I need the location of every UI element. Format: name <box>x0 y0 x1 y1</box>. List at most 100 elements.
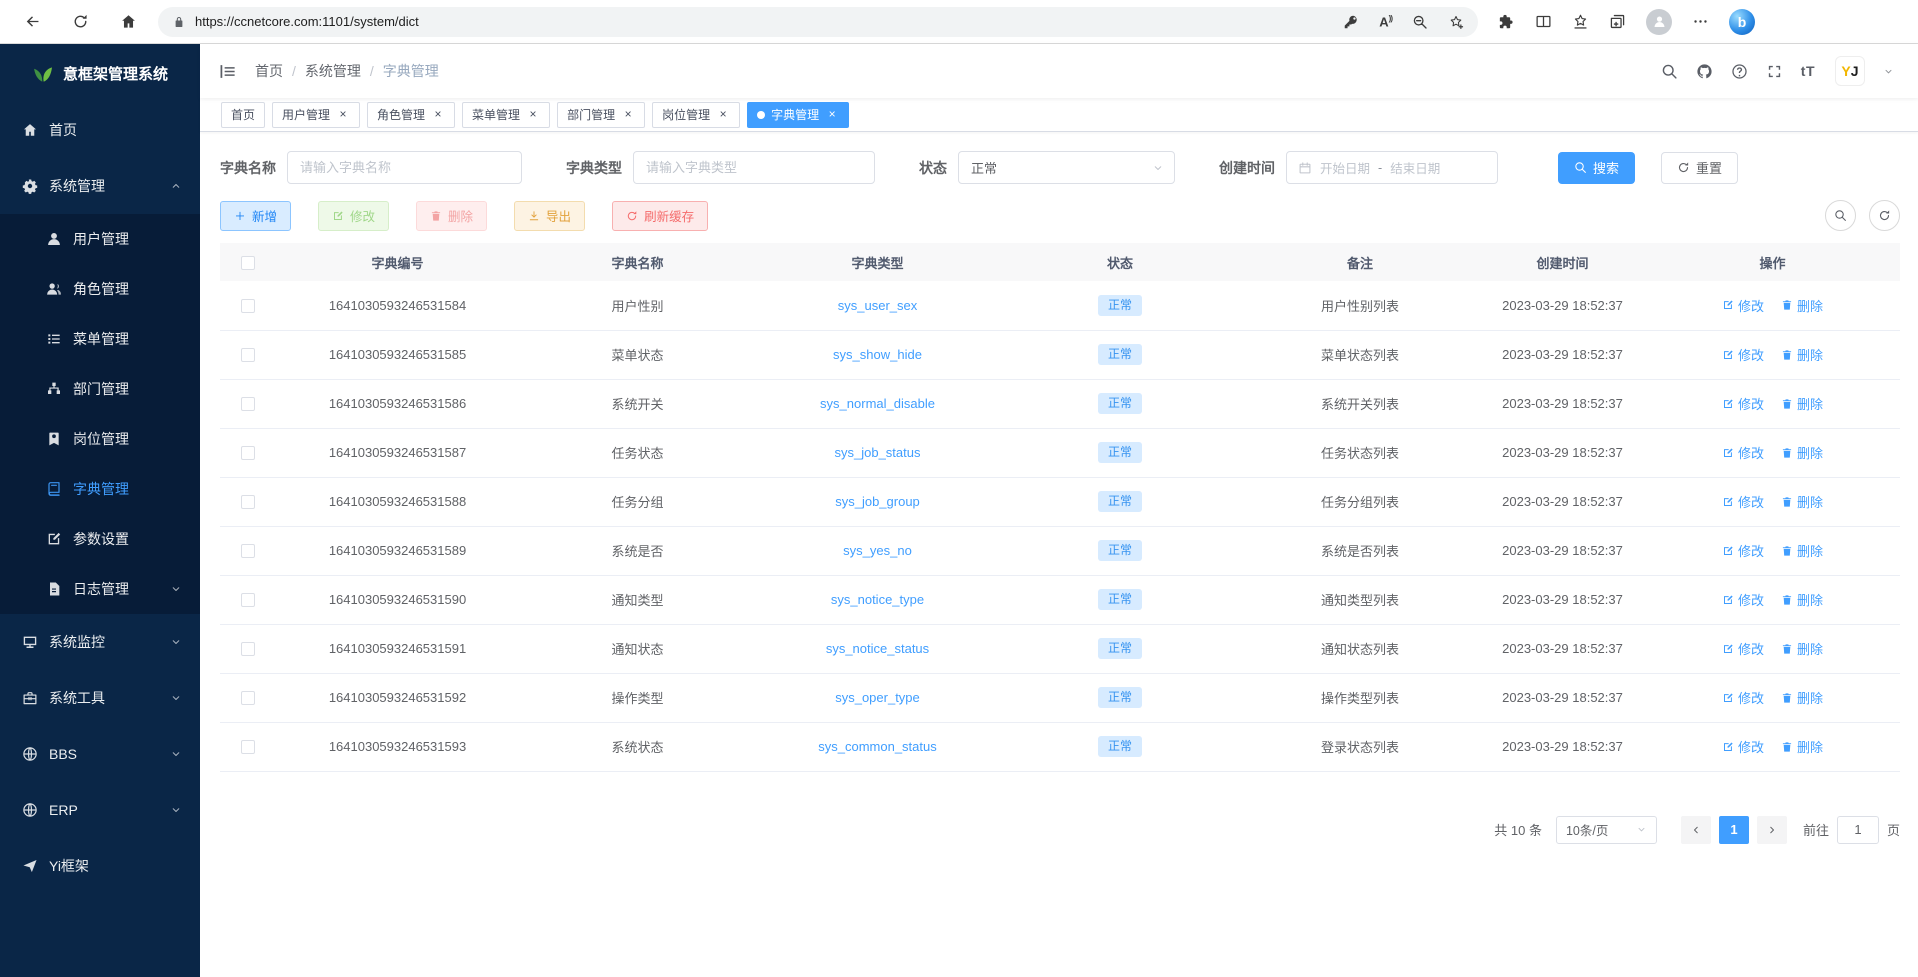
delete-row-button[interactable]: 删除 <box>1781 590 1823 609</box>
row-checkbox[interactable] <box>241 544 255 558</box>
copilot-bing-icon[interactable]: b <box>1729 9 1755 35</box>
user-avatar-logo[interactable]: YJ <box>1835 56 1865 86</box>
edit-row-button[interactable]: 修改 <box>1722 345 1764 364</box>
close-tab-icon[interactable]: × <box>825 108 839 122</box>
browser-home-button[interactable] <box>110 4 146 40</box>
refresh-cache-button[interactable]: 刷新缓存 <box>612 201 708 231</box>
browser-refresh-button[interactable] <box>62 4 98 40</box>
browser-profile-avatar[interactable] <box>1646 9 1672 35</box>
dict-type-link[interactable]: sys_normal_disable <box>820 396 935 411</box>
row-checkbox[interactable] <box>241 446 255 460</box>
close-tab-icon[interactable]: × <box>621 108 635 122</box>
reset-button[interactable]: 重置 <box>1661 152 1738 184</box>
edit-row-button[interactable]: 修改 <box>1722 492 1764 511</box>
edit-row-button[interactable]: 修改 <box>1722 590 1764 609</box>
help-icon[interactable] <box>1731 63 1748 80</box>
row-checkbox[interactable] <box>241 495 255 509</box>
row-checkbox[interactable] <box>241 691 255 705</box>
delete-row-button[interactable]: 删除 <box>1781 737 1823 756</box>
delete-row-button[interactable]: 删除 <box>1781 296 1823 315</box>
tab-dict-management[interactable]: 字典管理× <box>747 102 849 128</box>
sidebar-item-role-management[interactable]: 角色管理 <box>0 264 200 314</box>
sidebar-item-log-management[interactable]: 日志管理 <box>0 564 200 614</box>
close-tab-icon[interactable]: × <box>716 108 730 122</box>
dict-type-link[interactable]: sys_yes_no <box>843 543 912 558</box>
row-checkbox[interactable] <box>241 593 255 607</box>
dict-type-link[interactable]: sys_job_status <box>835 445 921 460</box>
delete-row-button[interactable]: 删除 <box>1781 688 1823 707</box>
tab-menu-management[interactable]: 菜单管理× <box>462 102 550 128</box>
sidebar-item-menu-management[interactable]: 菜单管理 <box>0 314 200 364</box>
page-number-1[interactable]: 1 <box>1719 816 1749 844</box>
collections-icon[interactable] <box>1609 13 1626 30</box>
tab-role-management[interactable]: 角色管理× <box>367 102 455 128</box>
edit-row-button[interactable]: 修改 <box>1722 394 1764 413</box>
date-range-picker[interactable]: 开始日期 - 结束日期 <box>1286 151 1498 184</box>
delete-button[interactable]: 删除 <box>416 201 487 231</box>
breadcrumb-home[interactable]: 首页 <box>255 61 283 81</box>
row-checkbox[interactable] <box>241 642 255 656</box>
sidebar-item-system-tools[interactable]: 系统工具 <box>0 670 200 726</box>
dict-type-link[interactable]: sys_show_hide <box>833 347 922 362</box>
page-size-select[interactable]: 10条/页 <box>1556 816 1657 844</box>
sidebar-item-param-settings[interactable]: 参数设置 <box>0 514 200 564</box>
close-tab-icon[interactable]: × <box>526 108 540 122</box>
edit-row-button[interactable]: 修改 <box>1722 639 1764 658</box>
sidebar-item-dept-management[interactable]: 部门管理 <box>0 364 200 414</box>
edit-row-button[interactable]: 修改 <box>1722 443 1764 462</box>
sidebar-item-post-management[interactable]: 岗位管理 <box>0 414 200 464</box>
sidebar-item-erp[interactable]: ERP <box>0 782 200 838</box>
zoom-icon[interactable] <box>1412 14 1428 30</box>
toggle-search-button[interactable] <box>1825 200 1856 231</box>
status-select[interactable]: 正常 <box>958 151 1175 184</box>
edit-row-button[interactable]: 修改 <box>1722 541 1764 560</box>
sidebar-item-system-monitor[interactable]: 系统监控 <box>0 614 200 670</box>
password-key-icon[interactable] <box>1343 14 1359 30</box>
sidebar-toggle-icon[interactable] <box>218 62 237 81</box>
app-logo[interactable]: 意框架管理系统 <box>0 44 200 102</box>
delete-row-button[interactable]: 删除 <box>1781 492 1823 511</box>
delete-row-button[interactable]: 删除 <box>1781 443 1823 462</box>
browser-address-bar[interactable]: https://ccnetcore.com:1101/system/dict A… <box>158 7 1478 37</box>
delete-row-button[interactable]: 删除 <box>1781 394 1823 413</box>
row-checkbox[interactable] <box>241 299 255 313</box>
close-tab-icon[interactable]: × <box>431 108 445 122</box>
fullscreen-icon[interactable] <box>1766 63 1783 80</box>
dict-type-link[interactable]: sys_user_sex <box>838 298 917 313</box>
sidebar-item-yi-framework[interactable]: Yi框架 <box>0 838 200 894</box>
dict-type-link[interactable]: sys_notice_status <box>826 641 929 656</box>
select-all-checkbox[interactable] <box>241 256 255 270</box>
github-icon[interactable] <box>1696 63 1713 80</box>
next-page-button[interactable] <box>1757 816 1787 844</box>
breadcrumb-system[interactable]: 系统管理 <box>305 61 361 81</box>
edit-button[interactable]: 修改 <box>318 201 389 231</box>
tab-user-management[interactable]: 用户管理× <box>272 102 360 128</box>
dict-type-link[interactable]: sys_oper_type <box>835 690 920 705</box>
refresh-table-button[interactable] <box>1869 200 1900 231</box>
goto-page-input[interactable] <box>1837 816 1879 844</box>
sidebar-item-home[interactable]: 首页 <box>0 102 200 158</box>
prev-page-button[interactable] <box>1681 816 1711 844</box>
read-aloud-icon[interactable]: A)) <box>1379 14 1392 29</box>
dict-type-link[interactable]: sys_notice_type <box>831 592 924 607</box>
search-button[interactable]: 搜索 <box>1558 152 1635 184</box>
add-favorite-icon[interactable] <box>1448 14 1464 30</box>
chevron-down-icon[interactable] <box>1883 66 1894 77</box>
dict-name-input[interactable] <box>287 151 522 184</box>
browser-back-button[interactable] <box>14 4 50 40</box>
tab-post-management[interactable]: 岗位管理× <box>652 102 740 128</box>
dict-type-link[interactable]: sys_common_status <box>818 739 937 754</box>
sidebar-item-system-management[interactable]: 系统管理 <box>0 158 200 214</box>
delete-row-button[interactable]: 删除 <box>1781 345 1823 364</box>
favorites-icon[interactable] <box>1572 13 1589 30</box>
font-size-icon[interactable]: tT <box>1801 63 1815 79</box>
dict-type-link[interactable]: sys_job_group <box>835 494 920 509</box>
row-checkbox[interactable] <box>241 740 255 754</box>
sidebar-item-bbs[interactable]: BBS <box>0 726 200 782</box>
delete-row-button[interactable]: 删除 <box>1781 639 1823 658</box>
tab-dept-management[interactable]: 部门管理× <box>557 102 645 128</box>
split-screen-icon[interactable] <box>1535 13 1552 30</box>
row-checkbox[interactable] <box>241 397 255 411</box>
close-tab-icon[interactable]: × <box>336 108 350 122</box>
export-button[interactable]: 导出 <box>514 201 585 231</box>
